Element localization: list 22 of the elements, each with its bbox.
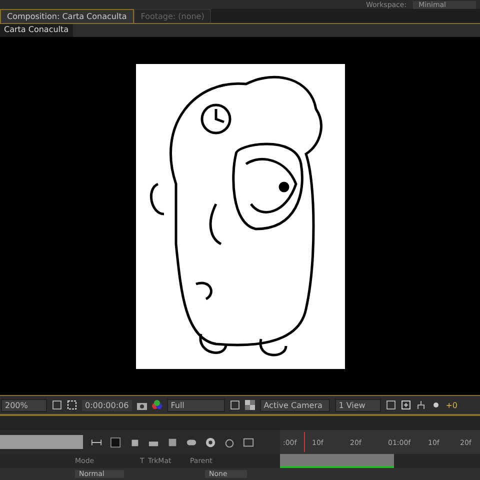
exposure-value[interactable]: +0 [446, 400, 458, 410]
plus-icon[interactable] [400, 400, 411, 410]
layout-icon[interactable] [386, 400, 396, 410]
graph-icon[interactable] [243, 436, 254, 448]
eye-icon[interactable] [205, 436, 216, 448]
camera-dropdown[interactable]: Active Camera [260, 398, 330, 412]
mask-icon[interactable] [67, 400, 77, 410]
stack-icon[interactable] [167, 436, 178, 448]
resolution-dropdown[interactable]: Full [166, 398, 225, 412]
zoom-dropdown[interactable]: 200% [1, 398, 47, 412]
composition-icon[interactable] [110, 436, 121, 448]
transparency-grid-icon[interactable] [244, 400, 255, 410]
camera-icon[interactable] [136, 400, 147, 410]
panel-tab[interactable]: Composition: Carta Conaculta [0, 9, 134, 23]
timecode[interactable]: 0:00:00:06 [82, 400, 132, 410]
search-field[interactable] [0, 435, 83, 449]
grid-icon[interactable] [52, 400, 62, 410]
view-layout-dropdown[interactable]: 1 View [334, 398, 381, 412]
color-channels-icon[interactable] [152, 400, 162, 410]
flowchart-icon[interactable] [416, 400, 426, 410]
region-icon[interactable] [230, 400, 240, 410]
composition-tab[interactable]: Carta Conaculta [0, 24, 73, 37]
